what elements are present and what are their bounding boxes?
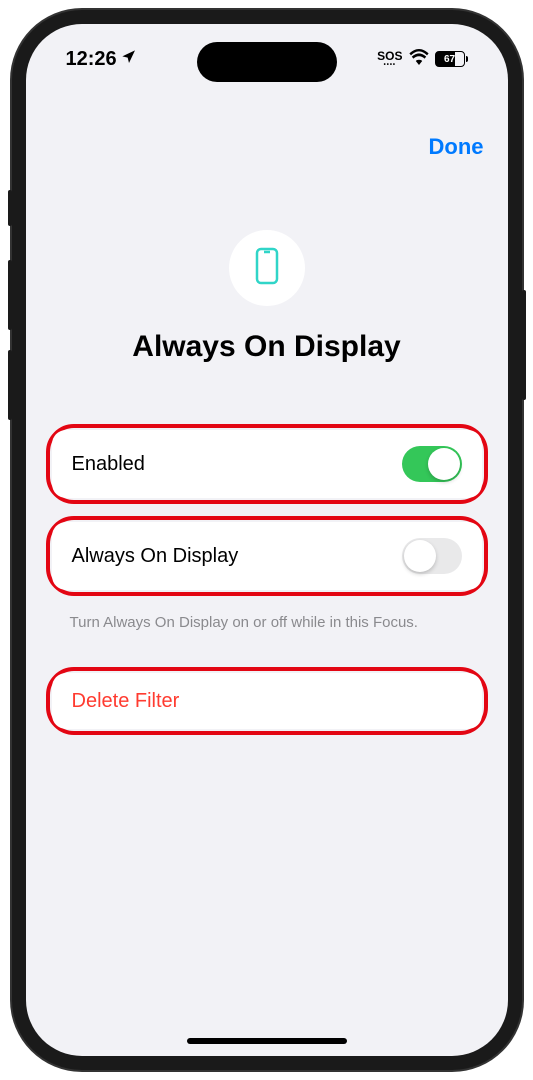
content-area: Done Always On Display Enabled [26,24,508,1056]
aod-toggle[interactable] [402,538,462,574]
phone-icon [255,247,279,290]
volume-down-button [8,350,12,420]
battery-indicator: 67 [435,51,468,67]
settings-group-2: Delete Filter [26,667,508,735]
status-left: 12:26 [66,48,137,71]
volume-up-button [8,260,12,330]
wifi-icon [409,49,429,70]
phone-screen: 12:26 SOS •••• 67 [26,24,508,1056]
status-right: SOS •••• 67 [377,49,467,70]
header-section: Always On Display [26,230,508,364]
dynamic-island [197,42,337,82]
delete-filter-label: Delete Filter [72,690,180,713]
delete-filter-row[interactable]: Delete Filter [52,673,482,729]
power-button [522,290,526,400]
silent-switch [8,190,12,226]
status-time: 12:26 [66,48,117,71]
highlight-aod: Always On Display [46,516,488,596]
highlight-enabled: Enabled [46,424,488,504]
sos-indicator: SOS •••• [377,50,402,68]
header-icon-circle [229,230,305,306]
home-indicator[interactable] [187,1038,347,1044]
page-title: Always On Display [132,330,400,364]
phone-frame: 12:26 SOS •••• 67 [12,10,522,1070]
enabled-label: Enabled [72,453,145,476]
location-icon [121,48,137,71]
enabled-row[interactable]: Enabled [52,430,482,498]
battery-level: 67 [444,54,455,65]
settings-footer: Turn Always On Display on or off while i… [46,608,488,637]
nav-bar: Done [26,124,508,170]
enabled-toggle[interactable] [402,446,462,482]
highlight-delete: Delete Filter [46,667,488,735]
settings-group-1: Enabled Always On Display Turn Always [26,424,508,637]
aod-label: Always On Display [72,545,239,568]
done-button[interactable]: Done [429,134,484,160]
aod-row[interactable]: Always On Display [52,522,482,590]
